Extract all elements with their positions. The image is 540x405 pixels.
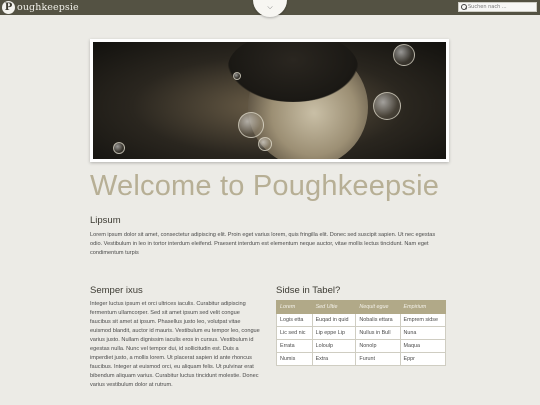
- column-header: Empirium: [399, 300, 447, 314]
- table-cell: Maqua: [399, 339, 447, 353]
- chevron-down-icon: ⌵: [267, 3, 273, 11]
- section-title-semper: Semper ixus: [90, 285, 143, 296]
- bubble: [258, 137, 272, 151]
- table-cell: Euqad in quid: [311, 313, 357, 327]
- section-title-lipsum: Lipsum: [90, 215, 121, 226]
- table-cell: Errata: [276, 339, 313, 353]
- search-icon[interactable]: [461, 4, 467, 10]
- table-cell: Lic sed nic: [276, 326, 313, 340]
- table-cell: Lip eppe Lip: [311, 326, 357, 340]
- section-text-semper: Integer luctus ipsum et orci ultrices ia…: [90, 301, 260, 388]
- table-row: Logis etta Euqad in quid Nobalis ettara …: [276, 313, 447, 327]
- bubble: [373, 92, 401, 120]
- column-header: Lorem: [276, 300, 313, 314]
- table-row: Errata Loloulp Nonolp Maqua: [276, 339, 447, 353]
- table-row: Numis Extra Furunt Eppr: [276, 352, 447, 366]
- section-title-table: Sidse in Tabel?: [276, 285, 341, 296]
- table-cell: Furunt: [355, 352, 401, 366]
- page-title: Welcome to Poughkeepsie: [90, 170, 440, 202]
- search-input[interactable]: [468, 3, 536, 11]
- bubble: [113, 142, 125, 154]
- hero-image-frame: [90, 39, 449, 162]
- table-cell: Emprem sidse: [399, 313, 447, 327]
- table-cell: Nonolp: [355, 339, 401, 353]
- table-cell: Extra: [311, 352, 357, 366]
- table-cell: Eppr: [399, 352, 447, 366]
- column-header: Nequit egue: [355, 300, 401, 314]
- table-cell: Loloulp: [311, 339, 357, 353]
- search-box[interactable]: [458, 2, 537, 12]
- table-row: Lic sed nic Lip eppe Lip Nullus in Bull …: [276, 326, 447, 340]
- hero-image: [93, 42, 446, 159]
- table-cell: Nuna: [399, 326, 447, 340]
- bubble: [393, 44, 415, 66]
- table-cell: Nobalis ettara: [355, 313, 401, 327]
- section-text-lipsum: Lorem ipsum dolor sit amet, consectetur …: [90, 232, 436, 256]
- logo-text: oughkeepsie: [17, 2, 79, 13]
- data-table: Lorem Sed Ultie Nequit egue Empirium Log…: [276, 300, 447, 366]
- table-cell: Logis etta: [276, 313, 313, 327]
- table-cell: Numis: [276, 352, 313, 366]
- table-cell: Nullus in Bull: [355, 326, 401, 340]
- table-header-row: Lorem Sed Ultie Nequit egue Empirium: [276, 300, 447, 314]
- site-logo[interactable]: P oughkeepsie: [2, 1, 79, 14]
- bubble: [238, 112, 264, 138]
- logo-badge: P: [2, 1, 15, 14]
- bubble: [233, 72, 241, 80]
- column-header: Sed Ultie: [311, 300, 357, 314]
